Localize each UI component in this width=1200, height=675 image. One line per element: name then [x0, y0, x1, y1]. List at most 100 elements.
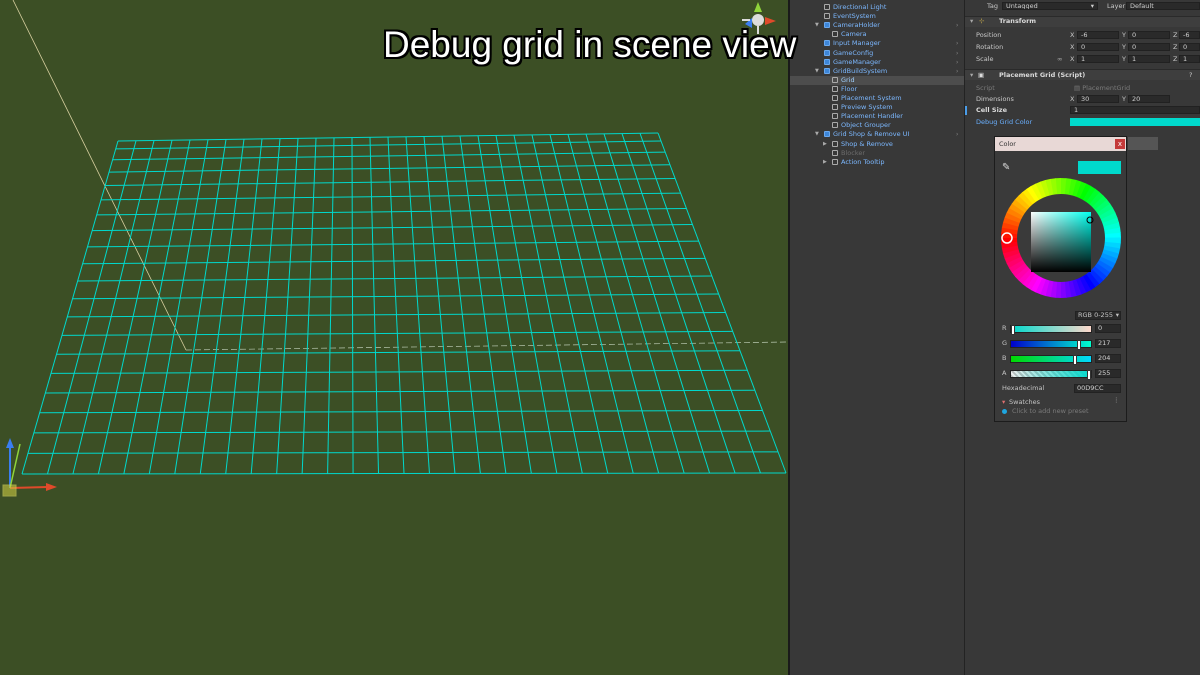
chevron-right-icon[interactable]: ›	[956, 58, 958, 67]
chevron-right-icon[interactable]: ›	[956, 130, 958, 139]
gameobject-icon	[832, 104, 838, 111]
gizmo-y-axis[interactable]	[9, 443, 21, 489]
help-icon[interactable]: ?	[1189, 71, 1192, 80]
position-z-field[interactable]: -6	[1179, 31, 1200, 39]
hierarchy-item[interactable]: Input Manager ›	[790, 39, 964, 48]
dimensions-x-field[interactable]: 30	[1077, 95, 1119, 103]
channel-slider[interactable]	[1010, 370, 1092, 380]
scene-view[interactable]	[0, 0, 788, 675]
channel-value-field[interactable]: 0	[1095, 324, 1121, 333]
scale-x-label: X	[1070, 55, 1075, 63]
saturation-value-shade	[1031, 212, 1091, 272]
cell-size-field[interactable]: 1	[1070, 106, 1200, 114]
hierarchy-item[interactable]: Grid	[790, 75, 964, 85]
tag-dropdown[interactable]: Untagged ▾	[1002, 2, 1098, 10]
slider-handle[interactable]	[1077, 340, 1082, 350]
script-label: Script	[976, 84, 995, 92]
orientation-gizmo-y[interactable]	[754, 2, 762, 12]
hierarchy-item[interactable]: Blocker	[790, 149, 964, 158]
channel-value-field[interactable]: 255	[1095, 369, 1121, 378]
scale-y-field[interactable]: 1	[1128, 55, 1170, 63]
channel-value-field[interactable]: 217	[1095, 339, 1121, 348]
channel-slider[interactable]	[1010, 325, 1092, 335]
position-x-field[interactable]: -6	[1077, 31, 1119, 39]
fold-open-icon[interactable]: ▼	[815, 130, 819, 139]
debug-grid-color-field[interactable]	[1070, 118, 1200, 126]
chevron-down-icon: ▾	[1115, 311, 1119, 319]
dimensions-y-field[interactable]: 20	[1128, 95, 1170, 103]
position-y-field[interactable]: 0	[1128, 31, 1170, 39]
hierarchy-item[interactable]: Preview System	[790, 103, 964, 112]
gizmo-z-arrow[interactable]	[6, 438, 14, 448]
hierarchy-item[interactable]: ▶ Action Tooltip	[790, 158, 964, 167]
fold-closed-icon[interactable]: ▶	[823, 140, 827, 149]
eyedropper-icon[interactable]: ✎	[1002, 163, 1010, 173]
gizmo-x-arrow[interactable]	[46, 483, 57, 491]
chevron-right-icon[interactable]: ›	[956, 49, 958, 58]
chevron-right-icon[interactable]: ›	[956, 21, 958, 30]
close-button[interactable]: x	[1115, 139, 1125, 149]
channel-slider[interactable]	[1010, 340, 1092, 350]
swatches-hint[interactable]: Click to add new preset	[1012, 407, 1089, 416]
hex-field[interactable]: 00D9CC	[1074, 384, 1121, 393]
position-y-label: Y	[1122, 31, 1126, 39]
dimensions-y-label: Y	[1122, 95, 1126, 103]
chevron-right-icon[interactable]: ›	[956, 39, 958, 48]
scene-canvas[interactable]	[0, 0, 788, 675]
hierarchy-item-label: Placement System	[841, 94, 902, 102]
chevron-down-icon[interactable]: ▾	[970, 71, 973, 80]
hierarchy-item[interactable]: Camera	[790, 30, 964, 39]
scale-x-field[interactable]: 1	[1077, 55, 1119, 63]
color-picker-titlebar[interactable]: Color x	[995, 137, 1126, 151]
grid-column-line	[174, 139, 227, 474]
hierarchy-item-label: Floor	[841, 84, 858, 93]
add-preset-icon[interactable]	[1002, 409, 1007, 414]
rotation-x-field[interactable]: 0	[1077, 43, 1119, 51]
hierarchy-item[interactable]: ▼ CameraHolder ›	[790, 21, 964, 30]
close-icon: x	[1117, 140, 1123, 148]
hierarchy-item[interactable]: Floor	[790, 85, 964, 94]
hierarchy-item[interactable]: EventSystem	[790, 12, 964, 21]
chevron-right-icon[interactable]: ›	[956, 67, 958, 76]
prefab-icon	[824, 49, 830, 56]
channel-value-field[interactable]: 204	[1095, 354, 1121, 363]
slider-handle[interactable]	[1073, 355, 1078, 365]
grid-column-line	[72, 140, 155, 475]
hex-label: Hexadecimal	[1002, 384, 1045, 392]
color-wheel[interactable]	[995, 177, 1126, 312]
hierarchy-item[interactable]: GameConfig ›	[790, 49, 964, 58]
grid-column-line	[441, 136, 481, 474]
rotation-y-field[interactable]: 0	[1128, 43, 1170, 51]
position-label: Position	[976, 31, 1002, 39]
layer-dropdown[interactable]: Default	[1126, 2, 1200, 10]
hierarchy-item-label: Input Manager	[833, 39, 881, 48]
hierarchy-item[interactable]: Placement System	[790, 94, 964, 103]
hierarchy-item-label: Shop & Remove	[841, 139, 893, 148]
more-options-icon[interactable]: ⋮	[1113, 396, 1120, 405]
slider-handle[interactable]	[1087, 370, 1091, 380]
slider-handle[interactable]	[1011, 325, 1015, 335]
grid-column-line	[276, 138, 299, 474]
fold-open-icon[interactable]: ▼	[815, 67, 819, 76]
fold-open-icon[interactable]: ▼	[815, 21, 819, 30]
color-mode-dropdown[interactable]: RGB 0-255 ▾	[1075, 311, 1121, 320]
hierarchy-item-label: Blocker	[841, 148, 866, 157]
hierarchy-item[interactable]: Directional Light	[790, 3, 964, 12]
hierarchy-item-label: Placement Handler	[841, 112, 903, 121]
chevron-down-icon[interactable]: ▾	[1002, 398, 1005, 407]
swatches-label: Swatches	[1009, 398, 1041, 406]
hierarchy-item[interactable]: Object Grouper	[790, 121, 964, 130]
channel-slider[interactable]	[1010, 355, 1092, 365]
hierarchy-item[interactable]: ▼ GridBuildSystem ›	[790, 67, 964, 76]
link-icon[interactable]: ∞	[1057, 55, 1062, 64]
gizmo-plane-handle[interactable]	[2, 484, 17, 497]
chevron-down-icon[interactable]: ▾	[970, 17, 973, 26]
hierarchy-item[interactable]: ▼ Grid Shop & Remove UI ›	[790, 130, 964, 139]
prefab-icon	[824, 40, 830, 47]
hierarchy-item[interactable]: ▶ Shop & Remove	[790, 140, 964, 149]
hierarchy-item[interactable]: GameManager ›	[790, 58, 964, 67]
rotation-z-field[interactable]: 0	[1179, 43, 1200, 51]
scale-z-field[interactable]: 1	[1179, 55, 1200, 63]
hierarchy-item[interactable]: Placement Handler	[790, 112, 964, 121]
fold-closed-icon[interactable]: ▶	[823, 158, 827, 167]
